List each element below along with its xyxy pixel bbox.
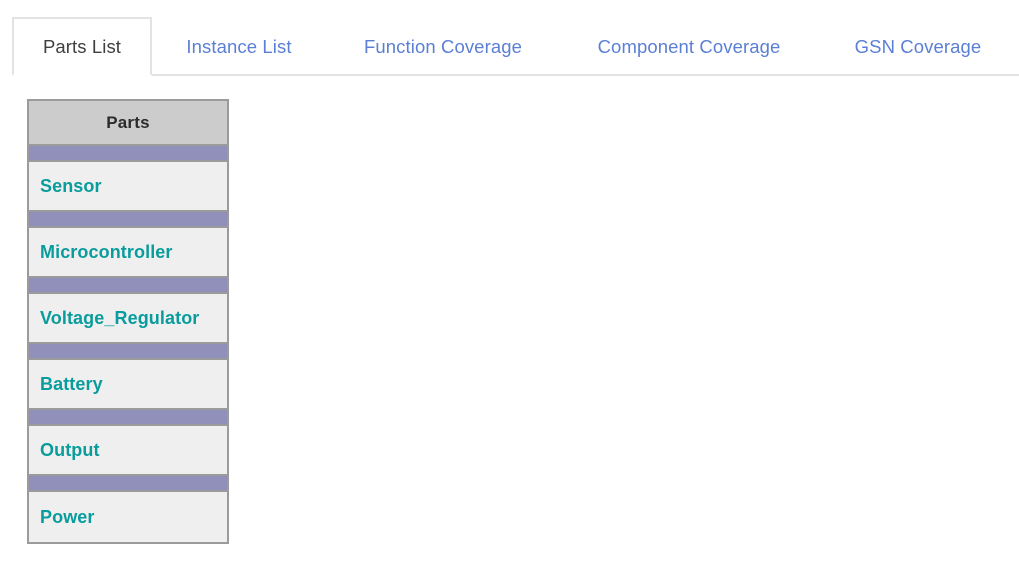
row-separator [29, 146, 227, 162]
tab-parts-list[interactable]: Parts List [12, 17, 152, 76]
part-name-cell[interactable]: Voltage_Regulator [29, 294, 227, 344]
tab-gsn-coverage[interactable]: GSN Coverage [838, 17, 998, 76]
table-row[interactable]: Sensor [29, 146, 227, 212]
parts-table-body: Sensor Microcontroller Voltage_Regulator Ba… [29, 146, 227, 542]
table-row[interactable]: Power [29, 476, 227, 542]
row-separator [29, 344, 227, 360]
part-name-cell[interactable]: Output [29, 426, 227, 476]
row-separator [29, 410, 227, 426]
tab-instance-list[interactable]: Instance List [166, 17, 312, 76]
table-row[interactable]: Output [29, 410, 227, 476]
tab-label: Component Coverage [597, 35, 781, 57]
tab-label: GSN Coverage [854, 35, 982, 57]
part-name-cell[interactable]: Power [29, 492, 227, 542]
tab-component-coverage[interactable]: Component Coverage [573, 17, 805, 76]
table-row[interactable]: Microcontroller [29, 212, 227, 278]
parts-table: Parts Sensor Microcontroller Voltage_Regul… [27, 99, 229, 544]
tab-label: Instance List [186, 35, 292, 57]
tab-bar: Parts List Instance List Function Coverage… [0, 0, 1019, 76]
tab-label: Function Coverage [363, 35, 522, 57]
part-name-cell[interactable]: Microcontroller [29, 228, 227, 278]
part-name-cell[interactable]: Battery [29, 360, 227, 410]
row-separator [29, 476, 227, 492]
row-separator [29, 212, 227, 228]
tab-label: Parts List [42, 35, 122, 57]
table-row[interactable]: Voltage_Regulator [29, 278, 227, 344]
tab-function-coverage[interactable]: Function Coverage [342, 17, 544, 76]
row-separator [29, 278, 227, 294]
parts-table-header: Parts [29, 101, 227, 146]
part-name-cell[interactable]: Sensor [29, 162, 227, 212]
table-row[interactable]: Battery [29, 344, 227, 410]
